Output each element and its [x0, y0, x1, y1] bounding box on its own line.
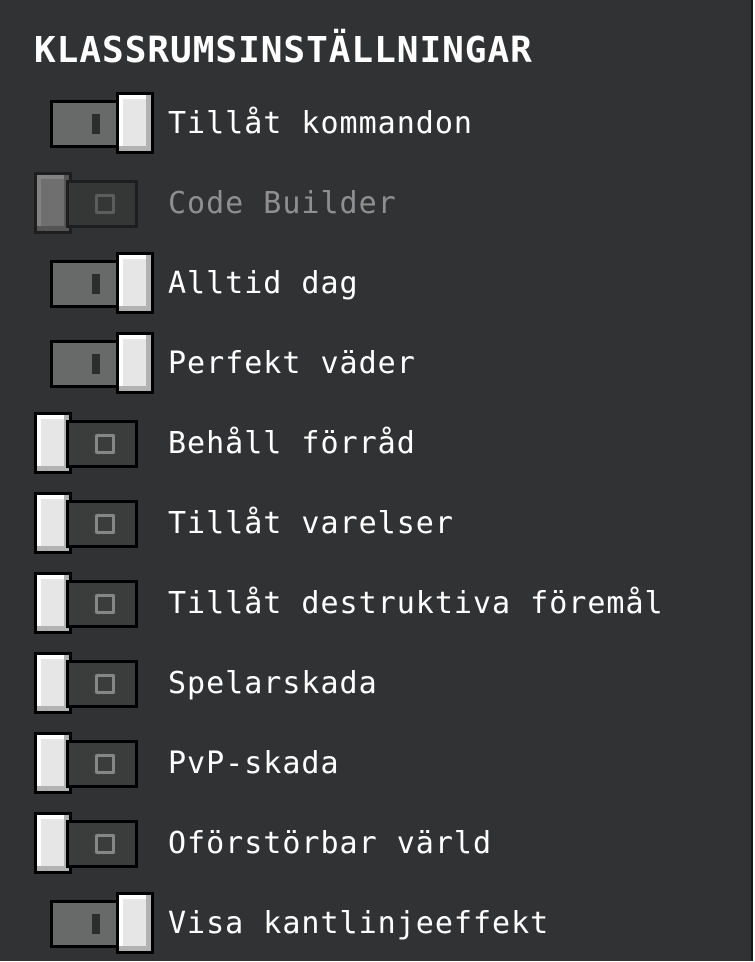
setting-row-pvp-damage[interactable]: PvP-skada — [0, 732, 753, 802]
keep-inventory-toggle[interactable] — [34, 412, 138, 476]
toggle-on-mark-icon — [92, 914, 100, 934]
classroom-settings-panel: KLASSRUMSINSTÄLLNINGAR Tillåt kommandon … — [0, 0, 753, 961]
allow-mobs-label: Tillåt varelser — [168, 506, 454, 541]
allow-mobs-toggle[interactable] — [34, 492, 138, 556]
toggle-track — [66, 580, 138, 628]
allow-destructive-items-label: Tillåt destruktiva föremål — [168, 586, 664, 621]
toggle-knob[interactable] — [116, 332, 154, 394]
setting-row-allow-commands[interactable]: Tillåt kommandon — [0, 92, 753, 162]
toggle-off-mark-icon — [95, 674, 115, 694]
perfect-weather-toggle[interactable] — [50, 332, 154, 396]
setting-row-code-builder: Code Builder — [0, 172, 753, 242]
toggle-track — [50, 260, 122, 308]
code-builder-toggle — [34, 172, 138, 236]
setting-row-allow-destructive-items[interactable]: Tillåt destruktiva föremål — [0, 572, 753, 642]
allow-commands-toggle[interactable] — [50, 92, 154, 156]
toggle-track — [66, 180, 138, 228]
immutable-world-toggle[interactable] — [34, 812, 138, 876]
pvp-damage-label: PvP-skada — [168, 746, 340, 781]
toggle-off-mark-icon — [95, 514, 115, 534]
show-border-effect-toggle[interactable] — [50, 892, 154, 956]
allow-destructive-items-toggle[interactable] — [34, 572, 138, 636]
pvp-damage-toggle[interactable] — [34, 732, 138, 796]
toggle-knob[interactable] — [116, 92, 154, 154]
setting-row-immutable-world[interactable]: Oförstörbar värld — [0, 812, 753, 882]
toggle-track — [66, 500, 138, 548]
player-damage-toggle[interactable] — [34, 652, 138, 716]
toggle-track — [50, 340, 122, 388]
setting-row-always-day[interactable]: Alltid dag — [0, 252, 753, 322]
toggle-on-mark-icon — [92, 114, 100, 134]
setting-row-perfect-weather[interactable]: Perfekt väder — [0, 332, 753, 402]
setting-row-show-border-effect[interactable]: Visa kantlinjeeffekt — [0, 892, 753, 962]
toggle-on-mark-icon — [92, 274, 100, 294]
code-builder-label: Code Builder — [168, 186, 397, 221]
toggle-on-mark-icon — [92, 354, 100, 374]
panel-title: KLASSRUMSINSTÄLLNINGAR — [34, 30, 533, 71]
setting-row-allow-mobs[interactable]: Tillåt varelser — [0, 492, 753, 562]
toggle-track — [66, 420, 138, 468]
always-day-label: Alltid dag — [168, 266, 359, 301]
player-damage-label: Spelarskada — [168, 666, 378, 701]
toggle-track — [50, 900, 122, 948]
setting-row-keep-inventory[interactable]: Behåll förråd — [0, 412, 753, 482]
immutable-world-label: Oförstörbar värld — [168, 826, 493, 861]
toggle-off-mark-icon — [95, 434, 115, 454]
toggle-knob[interactable] — [116, 892, 154, 954]
toggle-track — [50, 100, 122, 148]
allow-commands-label: Tillåt kommandon — [168, 106, 473, 141]
toggle-track — [66, 660, 138, 708]
keep-inventory-label: Behåll förråd — [168, 426, 416, 461]
always-day-toggle[interactable] — [50, 252, 154, 316]
toggle-track — [66, 820, 138, 868]
toggle-knob[interactable] — [116, 252, 154, 314]
toggle-off-mark-icon — [95, 834, 115, 854]
setting-row-player-damage[interactable]: Spelarskada — [0, 652, 753, 722]
toggle-track — [66, 740, 138, 788]
toggle-off-mark-icon — [95, 754, 115, 774]
toggle-off-mark-icon — [95, 594, 115, 614]
toggle-off-mark-icon — [95, 194, 115, 214]
show-border-effect-label: Visa kantlinjeeffekt — [168, 906, 550, 941]
perfect-weather-label: Perfekt väder — [168, 346, 416, 381]
